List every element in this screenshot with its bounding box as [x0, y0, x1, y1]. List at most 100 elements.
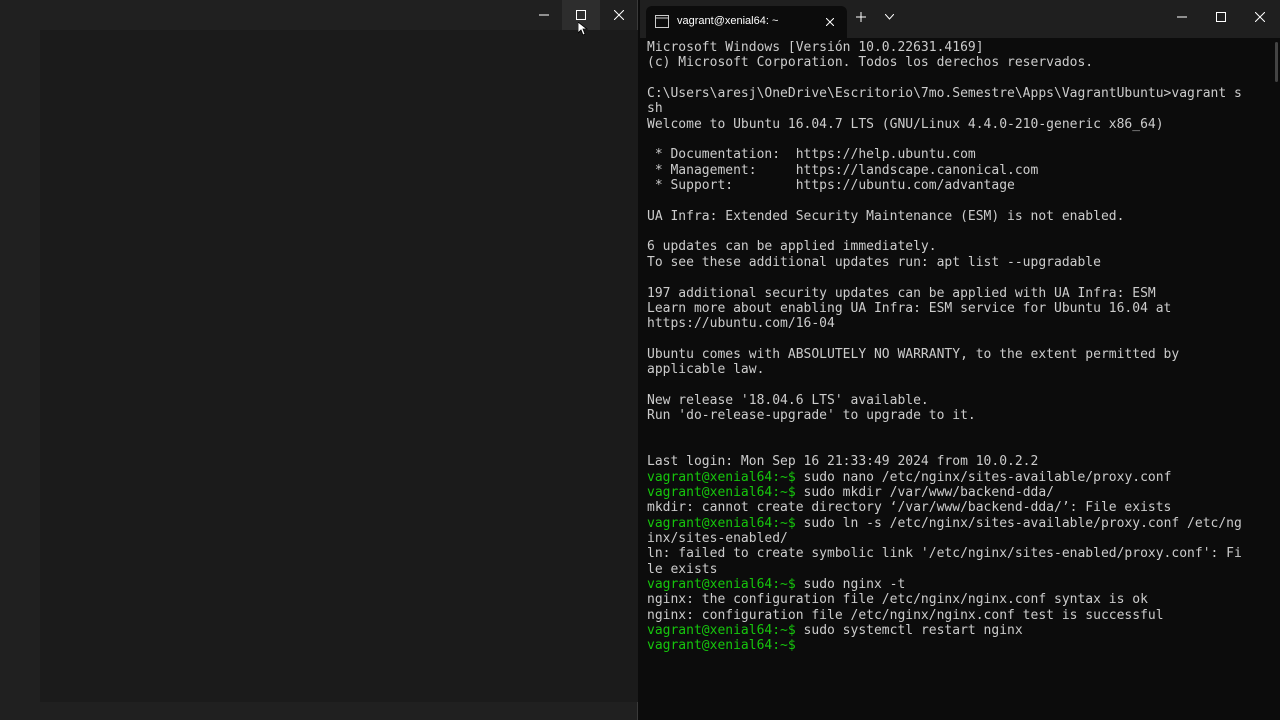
terminal-scrollbar[interactable] [1275, 42, 1278, 82]
terminal-output-line: Microsoft Windows [Versión 10.0.22631.41… [647, 40, 1267, 55]
terminal-output-line: nginx: the configuration file /etc/nginx… [647, 592, 1267, 607]
chevron-down-icon[interactable] [885, 14, 894, 20]
line-text: mkdir: cannot create directory ‘/var/www… [647, 500, 1172, 516]
line-text: 6 updates can be applied immediately. [647, 239, 937, 255]
line-text: 197 additional security updates can be a… [647, 285, 1156, 301]
terminal-command-line: vagrant@xenial64:~$ sudo systemctl resta… [647, 623, 1267, 638]
terminal-output-line: (c) Microsoft Corporation. Todos los der… [647, 55, 1267, 70]
line-text: nginx: configuration file /etc/nginx/ngi… [647, 607, 1164, 623]
line-text: C:\Users\aresj\OneDrive\Escritorio\7mo.S… [647, 86, 1242, 102]
terminal-output-line: Ubuntu comes with ABSOLUTELY NO WARRANTY… [647, 347, 1267, 362]
close-icon [826, 18, 834, 26]
terminal-output-line: Learn more about enabling UA Infra: ESM … [647, 301, 1267, 316]
terminal-output-line: Run 'do-release-upgrade' to upgrade to i… [647, 408, 1267, 423]
terminal-output-line: * Management: https://landscape.canonica… [647, 163, 1267, 178]
maximize-icon [1216, 12, 1226, 22]
line-text: * Management: https://landscape.canonica… [647, 162, 1039, 178]
terminal-output-line: nginx: configuration file /etc/nginx/ngi… [647, 608, 1267, 623]
shell-prompt: vagrant@xenial64:~$ [647, 577, 796, 593]
plus-icon[interactable] [856, 12, 866, 22]
terminal-output-line: * Support: https://ubuntu.com/advantage [647, 178, 1267, 193]
terminal-output-line: Welcome to Ubuntu 16.04.7 LTS (GNU/Linux… [647, 117, 1267, 132]
terminal-output-line: C:\Users\aresj\OneDrive\Escritorio\7mo.S… [647, 86, 1267, 101]
line-text: nginx: the configuration file /etc/nginx… [647, 592, 1148, 608]
left-window-content [40, 30, 638, 702]
minimize-icon [1177, 16, 1187, 18]
terminal-command-line: vagrant@xenial64:~$ sudo nano /etc/nginx… [647, 470, 1267, 485]
line-text: * Documentation: https://help.ubuntu.com [647, 147, 976, 163]
terminal-output-line: applicable law. [647, 362, 1267, 377]
tab-close-button[interactable] [822, 14, 838, 30]
line-text: le exists [647, 561, 718, 577]
terminal-output-line: mkdir: cannot create directory ‘/var/www… [647, 500, 1267, 515]
line-text: Welcome to Ubuntu 16.04.7 LTS (GNU/Linux… [647, 116, 1164, 132]
line-text: sudo systemctl restart nginx [795, 623, 1023, 639]
terminal-maximize-button[interactable] [1201, 0, 1241, 34]
line-text: To see these additional updates run: apt… [647, 254, 1101, 270]
terminal-output-line: sh [647, 101, 1267, 116]
line-text: applicable law. [647, 362, 765, 378]
line-text: sudo ln -s /etc/nginx/sites-available/pr… [795, 515, 1242, 531]
line-text: sh [647, 101, 663, 117]
terminal-window: vagrant@xenial64: ~ Microsoft Windows [V… [640, 0, 1280, 720]
line-text: UA Infra: Extended Security Maintenance … [647, 208, 1125, 224]
terminal-output-line: https://ubuntu.com/16-04 [647, 316, 1267, 331]
close-icon [1255, 12, 1265, 22]
line-text: * Support: https://ubuntu.com/advantage [647, 178, 1015, 194]
terminal-command-line: vagrant@xenial64:~$ sudo nginx -t [647, 577, 1267, 592]
line-text: inx/sites-enabled/ [647, 531, 788, 546]
terminal-output-line: le exists [647, 562, 1267, 577]
terminal-output-line: * Documentation: https://help.ubuntu.com [647, 147, 1267, 162]
terminal-output-line: 6 updates can be applied immediately. [647, 239, 1267, 254]
line-text: sudo nginx -t [795, 577, 906, 593]
line-text: https://ubuntu.com/16-04 [647, 316, 835, 332]
terminal-icon [655, 15, 669, 28]
terminal-output-line: ln: failed to create symbolic link '/etc… [647, 546, 1267, 561]
line-text: Run 'do-release-upgrade' to upgrade to i… [647, 408, 976, 424]
terminal-output-line: New release '18.04.6 LTS' available. [647, 393, 1267, 408]
left-titlebar[interactable] [0, 0, 637, 30]
mouse-cursor-icon [578, 22, 588, 36]
terminal-output-line: To see these additional updates run: apt… [647, 255, 1267, 270]
tab-title: vagrant@xenial64: ~ [677, 15, 779, 27]
line-text: sudo mkdir /var/www/backend-dda/ [795, 484, 1054, 500]
terminal-command-line: vagrant@xenial64:~$ sudo mkdir /var/www/… [647, 485, 1267, 500]
line-text: (c) Microsoft Corporation. Todos los der… [647, 55, 1094, 71]
line-text: Microsoft Windows [Versión 10.0.22631.41… [647, 40, 984, 55]
line-text: ln: failed to create symbolic link '/etc… [647, 546, 1242, 562]
shell-prompt: vagrant@xenial64:~$ [647, 638, 796, 654]
terminal-output-line: UA Infra: Extended Security Maintenance … [647, 209, 1267, 224]
terminal-command-line: vagrant@xenial64:~$ sudo ln -s /etc/ngin… [647, 516, 1267, 531]
terminal-command-line: vagrant@xenial64:~$ [647, 638, 1267, 653]
maximize-icon [576, 10, 586, 20]
shell-prompt: vagrant@xenial64:~$ [647, 484, 796, 500]
terminal-close-button[interactable] [1240, 0, 1280, 34]
line-text: Ubuntu comes with ABSOLUTELY NO WARRANTY… [647, 346, 1180, 362]
line-text: sudo nano /etc/nginx/sites-available/pro… [795, 469, 1172, 485]
shell-prompt: vagrant@xenial64:~$ [647, 623, 796, 639]
close-icon [614, 10, 624, 20]
terminal-tab[interactable]: vagrant@xenial64: ~ [646, 6, 847, 38]
line-text: Last login: Mon Sep 16 21:33:49 2024 fro… [647, 454, 1039, 470]
left-close-button[interactable] [600, 0, 638, 30]
left-minimize-button[interactable] [525, 0, 563, 30]
terminal-output-line: inx/sites-enabled/ [647, 531, 1267, 546]
shell-prompt: vagrant@xenial64:~$ [647, 515, 796, 531]
minimize-icon [539, 14, 549, 16]
terminal-titlebar[interactable]: vagrant@xenial64: ~ [640, 0, 1280, 38]
terminal-minimize-button[interactable] [1162, 0, 1202, 34]
line-text: Learn more about enabling UA Infra: ESM … [647, 300, 1172, 316]
shell-prompt: vagrant@xenial64:~$ [647, 469, 796, 485]
terminal-output-line: Last login: Mon Sep 16 21:33:49 2024 fro… [647, 454, 1267, 469]
terminal-output[interactable]: Microsoft Windows [Versión 10.0.22631.41… [647, 40, 1267, 710]
line-text: New release '18.04.6 LTS' available. [647, 392, 929, 408]
